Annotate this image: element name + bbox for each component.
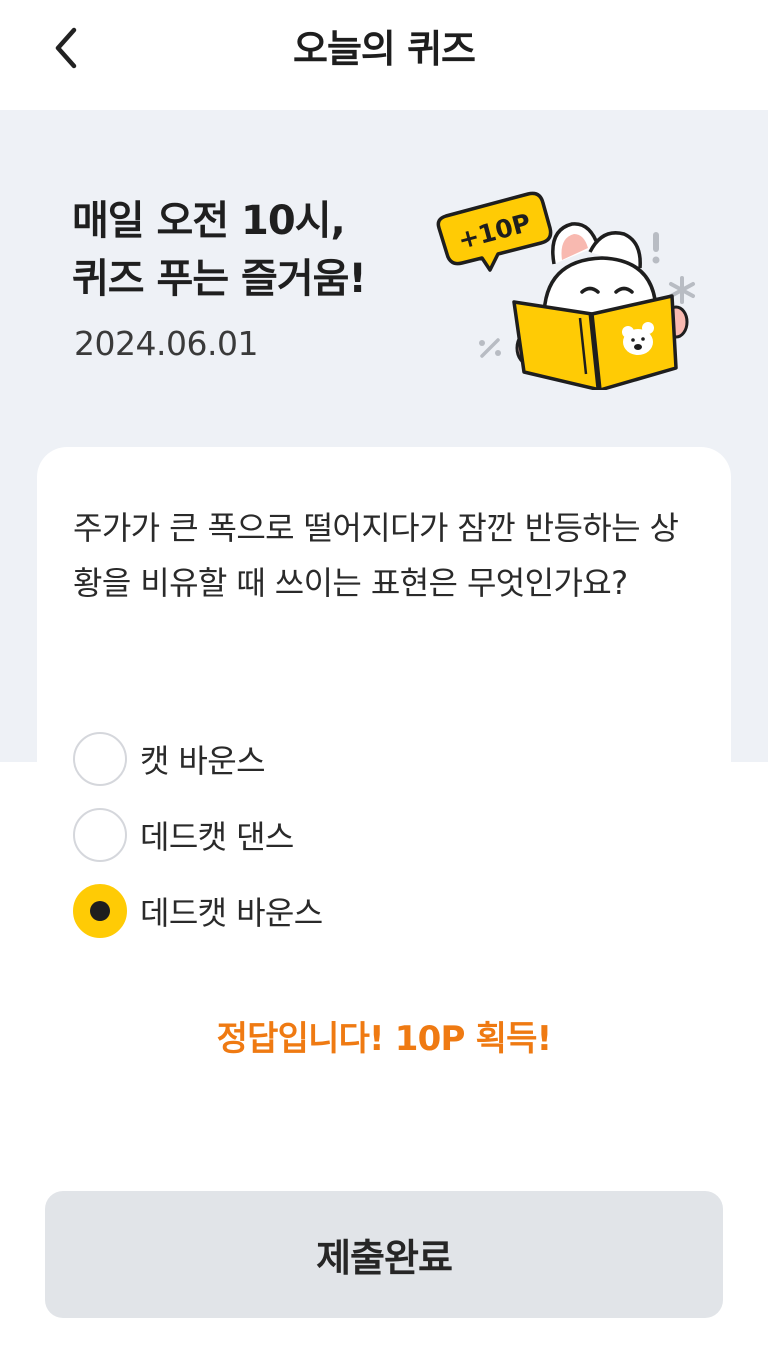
option-label: 데드캣 댄스	[140, 818, 294, 856]
radio-button-checked[interactable]	[73, 884, 127, 938]
rabbit-reading-book-illustration: +10P	[436, 191, 695, 390]
quiz-question: 주가가 큰 폭으로 떨어지다가 잠깐 반등하는 상황을 비유할 때 쓰이는 표현…	[73, 509, 679, 602]
points-speech-bubble: +10P	[436, 191, 553, 272]
page-title: 오늘의 퀴즈	[292, 27, 476, 71]
hero-title-line-1: 매일 오전 10시,	[72, 198, 346, 244]
result-message: 정답입니다! 10P 획득!	[216, 1019, 552, 1059]
quiz-date: 2024.06.01	[74, 324, 258, 363]
option-label: 데드캣 바운스	[140, 894, 323, 932]
app-header: 오늘의 퀴즈	[0, 0, 768, 110]
hero-title: 매일 오전 10시, 퀴즈 푸는 즐거움!	[72, 192, 432, 308]
radio-dot-icon	[90, 901, 110, 921]
quiz-page: 오늘의 퀴즈 매일 오전 10시, 퀴즈 푸는 즐거움! 2024.06.01 …	[0, 0, 768, 1349]
option-label: 캣 바운스	[140, 742, 266, 780]
quiz-card: 주가가 큰 폭으로 떨어지다가 잠깐 반등하는 상황을 비유할 때 쓰이는 표현…	[37, 447, 731, 1147]
quiz-option[interactable]: 데드캣 댄스	[73, 807, 573, 863]
quiz-option[interactable]: 캣 바운스	[73, 731, 573, 787]
submit-button[interactable]: 제출완료	[45, 1191, 723, 1318]
quiz-option-selected[interactable]: 데드캣 바운스	[73, 883, 573, 939]
radio-button[interactable]	[73, 732, 127, 786]
hero-title-line-2: 퀴즈 푸는 즐거움!	[72, 256, 367, 302]
radio-button[interactable]	[73, 808, 127, 862]
